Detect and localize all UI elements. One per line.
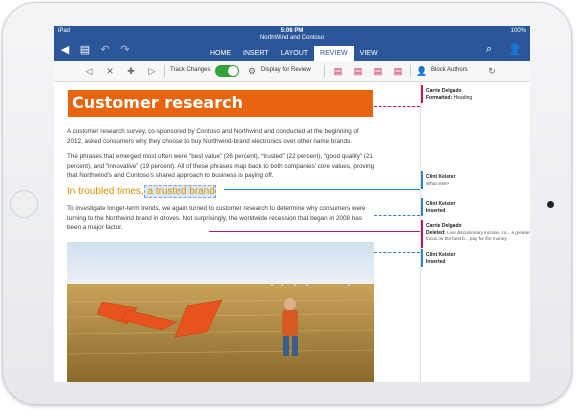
comment-card[interactable]: Carrie Delgado Deleted: Low discretionar… — [426, 223, 530, 243]
home-button[interactable] — [10, 190, 38, 218]
comment-connector — [374, 252, 420, 253]
ribbon: iPad 5:06 PM 100% NorthWind and Contoso … — [54, 26, 530, 61]
ipad-frame: iPad 5:06 PM 100% NorthWind and Contoso … — [2, 2, 572, 405]
comment-author: Clint Keister — [426, 252, 456, 258]
change-marker — [421, 85, 423, 103]
change-marker — [421, 198, 423, 216]
comment-connector — [224, 189, 420, 190]
subheading[interactable]: In troubled times, a trusted brand — [67, 185, 216, 198]
block-authors-label[interactable]: Block Authors — [431, 67, 468, 73]
display-for-review-icon[interactable]: ⚙ — [246, 65, 258, 77]
sync-icon[interactable]: ↻ — [486, 65, 498, 77]
subheading-text: In troubled times, — [67, 186, 144, 197]
toolbar-divider — [324, 65, 325, 77]
tab-home[interactable]: HOME — [204, 46, 237, 61]
previous-change-icon[interactable]: ▤ — [332, 65, 344, 77]
ribbon-tabs: HOME INSERT LAYOUT REVIEW VIEW — [204, 46, 384, 61]
paragraph[interactable]: The phrases that emerged most often were… — [67, 152, 375, 182]
track-changes-toggle[interactable] — [215, 65, 239, 77]
comment-action: Deleted: — [426, 229, 446, 236]
toggle-knob — [228, 66, 238, 76]
tab-insert[interactable]: INSERT — [237, 46, 275, 61]
change-marker — [421, 220, 423, 248]
document-title: NorthWind and Contoso — [259, 35, 325, 41]
next-comment-icon[interactable]: ▷ — [146, 65, 158, 77]
kite-photo[interactable] — [67, 242, 374, 382]
next-change-icon[interactable]: ▤ — [392, 65, 404, 77]
comment-card[interactable]: Clint Keister Inserted — [426, 201, 530, 214]
tab-review[interactable]: REVIEW — [314, 46, 354, 61]
comment-text: What else? — [426, 180, 449, 186]
inserted-text[interactable]: a trusted brand — [143, 185, 216, 198]
comments-pane: Carrie Delgado Formatted: Heading Clint … — [420, 82, 530, 382]
file-icon[interactable]: ▤ — [78, 43, 92, 57]
paragraph[interactable]: A customer research survey, co-sponsored… — [67, 127, 375, 146]
camera-dot — [547, 201, 554, 208]
accept-change-icon[interactable]: ▤ — [352, 65, 364, 77]
toolbar-divider — [410, 65, 411, 77]
delete-comment-icon[interactable]: ✕ — [104, 65, 116, 77]
previous-comment-icon[interactable]: ◁ — [83, 65, 95, 77]
redo-icon[interactable]: ↷ — [118, 43, 132, 57]
heading-block: Customer research — [68, 90, 373, 117]
comment-text: Heading — [453, 94, 473, 101]
document-heading[interactable]: Customer research — [72, 93, 243, 112]
clock: 5:06 PM — [280, 28, 304, 34]
toolbar-divider — [164, 65, 165, 77]
comment-card[interactable]: Clint Keister What else? — [426, 174, 530, 187]
undo-icon[interactable]: ↶ — [98, 43, 112, 57]
comment-connector — [374, 106, 420, 107]
comment-author: Clint Keister — [426, 174, 456, 180]
share-person-icon[interactable]: 👤 — [508, 43, 522, 56]
comment-action: Formatted: — [426, 94, 453, 101]
comment-action: Inserted — [426, 258, 446, 265]
track-changes-label: Track Changes — [170, 67, 211, 73]
comment-card[interactable]: Carrie Delgado Formatted: Heading — [426, 88, 530, 101]
change-marker — [421, 171, 423, 189]
document-page[interactable]: Customer research A customer research su… — [54, 82, 420, 382]
comment-action: Inserted — [426, 207, 446, 214]
back-icon[interactable]: ◀ — [58, 43, 72, 57]
change-marker — [421, 249, 423, 267]
new-comment-icon[interactable]: ✚ — [125, 65, 137, 77]
comment-author: Carrie Delgado — [426, 88, 462, 94]
comment-author: Clint Keister — [426, 201, 456, 207]
reject-change-icon[interactable]: ▤ — [372, 65, 384, 77]
battery-label: 100% — [510, 28, 526, 34]
comment-connector — [209, 231, 420, 232]
review-toolbar: ◁ ✕ ✚ ▷ Track Changes ⚙ Display for Revi… — [54, 61, 530, 82]
photo-illustration — [67, 242, 374, 382]
search-icon[interactable]: ⌕ — [486, 43, 492, 56]
tab-layout[interactable]: LAYOUT — [275, 46, 315, 61]
comment-connector — [374, 215, 420, 216]
comment-author: Carrie Delgado — [426, 223, 462, 229]
comment-card[interactable]: Clint Keister Inserted — [426, 252, 530, 265]
display-for-review-label[interactable]: Display for Review — [261, 67, 311, 73]
paragraph[interactable]: To investigate longer-term trends, we ag… — [67, 204, 375, 234]
tab-view[interactable]: VIEW — [354, 46, 384, 61]
screen: iPad 5:06 PM 100% NorthWind and Contoso … — [54, 26, 530, 382]
block-authors-icon[interactable]: 👤 — [416, 65, 428, 77]
